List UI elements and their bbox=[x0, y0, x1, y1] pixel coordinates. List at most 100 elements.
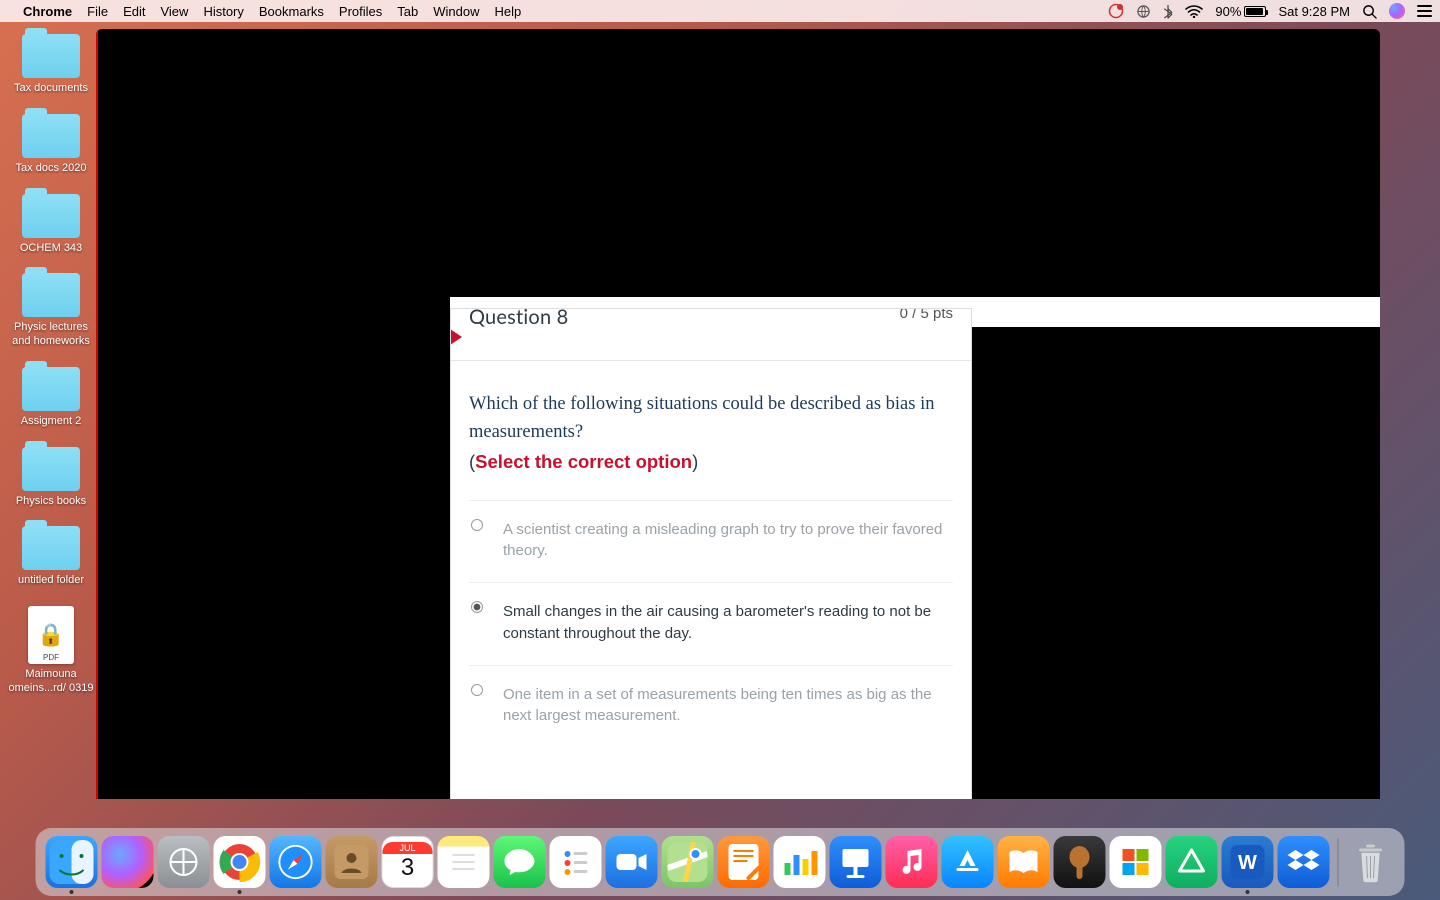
folder-label: Tax docs 2020 bbox=[16, 162, 87, 176]
folder-icon bbox=[22, 34, 80, 78]
dock-music[interactable] bbox=[886, 836, 938, 888]
folder-icon bbox=[22, 194, 80, 238]
incorrect-flag-icon bbox=[450, 329, 462, 345]
calendar-day: 3 bbox=[401, 854, 414, 882]
dock-calendar[interactable]: JUL 3 bbox=[382, 836, 434, 888]
menu-tab[interactable]: Tab bbox=[397, 4, 418, 19]
question-prompt: Which of the following situations could … bbox=[469, 391, 953, 447]
folder-icon bbox=[22, 114, 80, 158]
dock-notes[interactable] bbox=[438, 836, 490, 888]
calendar-month: JUL bbox=[383, 842, 433, 854]
menu-view[interactable]: View bbox=[160, 4, 188, 19]
dock-chrome[interactable] bbox=[214, 836, 266, 888]
menu-history[interactable]: History bbox=[203, 4, 243, 19]
dock-microsoft[interactable] bbox=[1110, 836, 1162, 888]
question-header: Question 8 0 / 5 pts bbox=[451, 309, 971, 361]
folder-label: untitled folder bbox=[18, 574, 84, 588]
pdf-icon: 🔒PDF bbox=[28, 606, 74, 664]
dock-garageband[interactable] bbox=[1054, 836, 1106, 888]
pdf-file-maimouna[interactable]: 🔒PDF Maimouna omeins...rd/ 0319 bbox=[6, 606, 96, 696]
question-points: 0 / 5 pts bbox=[900, 308, 953, 322]
browser-window: Question 8 0 / 5 pts Which of the follow… bbox=[96, 29, 1380, 799]
siri-icon[interactable] bbox=[1389, 3, 1405, 19]
answer-text: Small changes in the air causing a barom… bbox=[503, 601, 953, 645]
menu-window[interactable]: Window bbox=[433, 4, 479, 19]
menu-file[interactable]: File bbox=[87, 4, 108, 19]
running-indicator bbox=[1246, 890, 1250, 894]
folder-untitled[interactable]: untitled folder bbox=[6, 526, 96, 588]
pdf-label: Maimouna omeins...rd/ 0319 bbox=[6, 668, 96, 696]
dock-trash[interactable] bbox=[1347, 836, 1395, 888]
status-bluetooth-icon[interactable] bbox=[1163, 4, 1173, 19]
dock-zoom[interactable] bbox=[606, 836, 658, 888]
answer-text: A scientist creating a misleading graph … bbox=[503, 519, 953, 563]
running-indicator bbox=[70, 890, 74, 894]
dock-pages[interactable] bbox=[718, 836, 770, 888]
dock-finder[interactable] bbox=[46, 836, 98, 888]
answer-option-1[interactable]: A scientist creating a misleading graph … bbox=[469, 500, 953, 583]
menu-help[interactable]: Help bbox=[495, 4, 522, 19]
folder-label: Tax documents bbox=[14, 82, 88, 96]
macos-menu-bar: Chrome File Edit View History Bookmarks … bbox=[0, 0, 1440, 22]
lock-icon: 🔒 bbox=[37, 622, 64, 648]
folder-icon bbox=[22, 367, 80, 411]
folder-label: Assigment 2 bbox=[21, 415, 82, 429]
battery-percent-label: 90% bbox=[1215, 4, 1241, 19]
dock-green-app[interactable] bbox=[1166, 836, 1218, 888]
radio-icon bbox=[471, 601, 483, 613]
menu-edit[interactable]: Edit bbox=[123, 4, 145, 19]
folder-physics-books[interactable]: Physics books bbox=[6, 447, 96, 509]
folder-tax-documents[interactable]: Tax documents bbox=[6, 34, 96, 96]
answer-text: One item in a set of measurements being … bbox=[503, 684, 953, 728]
folder-label: Physic lectures and homeworks bbox=[6, 321, 96, 349]
status-battery[interactable]: 90% bbox=[1215, 4, 1266, 19]
spotlight-search-icon[interactable] bbox=[1362, 4, 1377, 19]
hint-text: Select the correct option bbox=[475, 451, 692, 472]
dock-messages[interactable] bbox=[494, 836, 546, 888]
answer-option-2[interactable]: Small changes in the air causing a barom… bbox=[469, 582, 953, 665]
battery-icon bbox=[1244, 6, 1266, 17]
running-indicator bbox=[238, 890, 242, 894]
folder-tax-docs-2020[interactable]: Tax docs 2020 bbox=[6, 114, 96, 176]
dock-appstore[interactable] bbox=[942, 836, 994, 888]
status-do-not-disturb-icon[interactable] bbox=[1108, 3, 1124, 19]
question-body: Which of the following situations could … bbox=[451, 361, 971, 747]
dock-keynote[interactable] bbox=[830, 836, 882, 888]
status-location-icon[interactable] bbox=[1136, 4, 1151, 19]
folder-ochem-343[interactable]: OCHEM 343 bbox=[6, 194, 96, 256]
folder-icon bbox=[22, 447, 80, 491]
dock-launchpad[interactable] bbox=[158, 836, 210, 888]
question-hint: (Select the correct option) bbox=[469, 451, 953, 474]
folder-assignment-2[interactable]: Assigment 2 bbox=[6, 367, 96, 429]
folder-icon bbox=[22, 526, 80, 570]
question-number-title: Question 8 bbox=[469, 308, 568, 329]
desktop-icons: Tax documents Tax docs 2020 OCHEM 343 Ph… bbox=[6, 34, 96, 714]
svg-text:W: W bbox=[1238, 852, 1257, 874]
status-wifi-icon[interactable] bbox=[1185, 5, 1203, 18]
folder-icon bbox=[22, 273, 80, 317]
dock-maps[interactable] bbox=[662, 836, 714, 888]
radio-icon bbox=[471, 519, 483, 531]
dock-siri[interactable] bbox=[102, 836, 154, 888]
dock: JUL 3 W bbox=[36, 828, 1405, 896]
answer-options: A scientist creating a misleading graph … bbox=[469, 500, 953, 748]
menu-bookmarks[interactable]: Bookmarks bbox=[259, 4, 324, 19]
folder-label: OCHEM 343 bbox=[20, 242, 82, 256]
dock-reminders[interactable] bbox=[550, 836, 602, 888]
folder-physic-lectures[interactable]: Physic lectures and homeworks bbox=[6, 273, 96, 349]
folder-label: Physics books bbox=[16, 495, 86, 509]
control-center-icon[interactable] bbox=[1417, 5, 1432, 17]
dock-contacts[interactable] bbox=[326, 836, 378, 888]
dock-safari[interactable] bbox=[270, 836, 322, 888]
window-left-accent bbox=[96, 29, 98, 799]
menu-profiles[interactable]: Profiles bbox=[339, 4, 382, 19]
hint-close-paren: ) bbox=[692, 451, 698, 472]
dock-dropbox[interactable] bbox=[1278, 836, 1330, 888]
dock-books[interactable] bbox=[998, 836, 1050, 888]
active-app-name[interactable]: Chrome bbox=[23, 4, 72, 19]
status-clock[interactable]: Sat 9:28 PM bbox=[1278, 4, 1350, 19]
dock-word[interactable]: W bbox=[1222, 836, 1274, 888]
dock-numbers[interactable] bbox=[774, 836, 826, 888]
answer-option-3[interactable]: One item in a set of measurements being … bbox=[469, 665, 953, 748]
quiz-question-card: Question 8 0 / 5 pts Which of the follow… bbox=[450, 308, 972, 799]
